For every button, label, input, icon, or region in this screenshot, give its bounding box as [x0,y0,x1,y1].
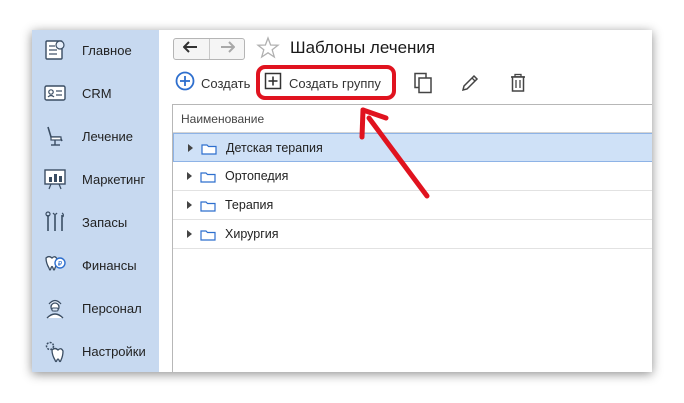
sidebar-item-stock[interactable]: Запасы [32,202,159,242]
dental-tools-icon [42,209,68,235]
app-window: Главное CRM Лечение Маркетинг Запасы ₽ Ф… [32,30,652,372]
expand-triangle-icon[interactable] [188,143,193,152]
sidebar-item-label: Настройки [82,343,146,359]
sidebar-item-label: Маркетинг [82,171,146,187]
trash-icon[interactable] [506,71,530,95]
arrow-left-icon [182,40,199,58]
create-group-button-label: Создать группу [289,75,381,91]
sidebar-item-label: Персонал [82,300,142,316]
create-button-label: Создать [201,75,251,91]
column-header-name[interactable]: Наименование [173,105,652,133]
id-card-icon [42,80,68,106]
tooth-gear-icon [42,338,68,364]
dental-chair-icon [42,123,68,149]
expand-triangle-icon[interactable] [187,230,192,238]
sidebar-item-main[interactable]: Главное [32,30,159,70]
sidebar-item-label: Лечение [82,128,134,144]
row-label: Детская терапия [226,140,323,155]
sidebar-item-treatment[interactable]: Лечение [32,116,159,156]
forward-button[interactable] [208,39,245,59]
table-row[interactable]: Детская терапия [173,133,652,162]
create-button[interactable]: Создать [175,71,251,96]
pencil-icon[interactable] [458,71,482,95]
sidebar-item-label: Главное [82,42,132,58]
folder-icon [200,170,216,183]
arrow-right-icon [219,40,236,58]
sidebar-item-finance[interactable]: ₽ Финансы [32,245,159,285]
folder-icon [200,199,216,212]
sidebar-item-marketing[interactable]: Маркетинг [32,159,159,199]
expand-triangle-icon[interactable] [187,172,192,180]
plus-square-icon [264,72,282,95]
svg-text:₽: ₽ [58,260,63,268]
table-row[interactable]: Ортопедия [173,162,652,191]
home-tooth-icon [42,37,68,63]
expand-triangle-icon[interactable] [187,201,192,209]
table-row[interactable]: Хирургия [173,220,652,249]
back-button[interactable] [174,39,209,59]
row-label: Ортопедия [225,169,289,183]
sidebar-item-label: CRM [82,85,112,101]
doctor-icon [42,295,68,321]
row-label: Хирургия [225,227,279,241]
main-panel: Шаблоны лечения Создать Создать группу Н… [159,30,652,372]
page-title: Шаблоны лечения [290,38,436,57]
folder-icon [200,228,216,241]
star-icon[interactable] [256,36,280,60]
chart-board-icon [42,166,68,192]
row-label: Терапия [225,198,274,212]
sidebar-item-staff[interactable]: Персонал [32,288,159,328]
plus-circle-icon [175,71,195,96]
history-nav [173,38,245,60]
sidebar-item-settings[interactable]: Настройки [32,331,159,371]
tooth-coin-icon: ₽ [42,252,68,278]
create-group-button[interactable]: Создать группу [264,72,381,94]
table-row[interactable]: Терапия [173,191,652,220]
sidebar-item-crm[interactable]: CRM [32,73,159,113]
sidebar: Главное CRM Лечение Маркетинг Запасы ₽ Ф… [32,30,159,372]
folder-icon [201,142,217,155]
copy-icon[interactable] [411,71,435,95]
templates-table: Наименование Детская терапия Ортопедия Т… [172,104,652,372]
sidebar-item-label: Запасы [82,214,128,230]
sidebar-item-label: Финансы [82,257,137,273]
